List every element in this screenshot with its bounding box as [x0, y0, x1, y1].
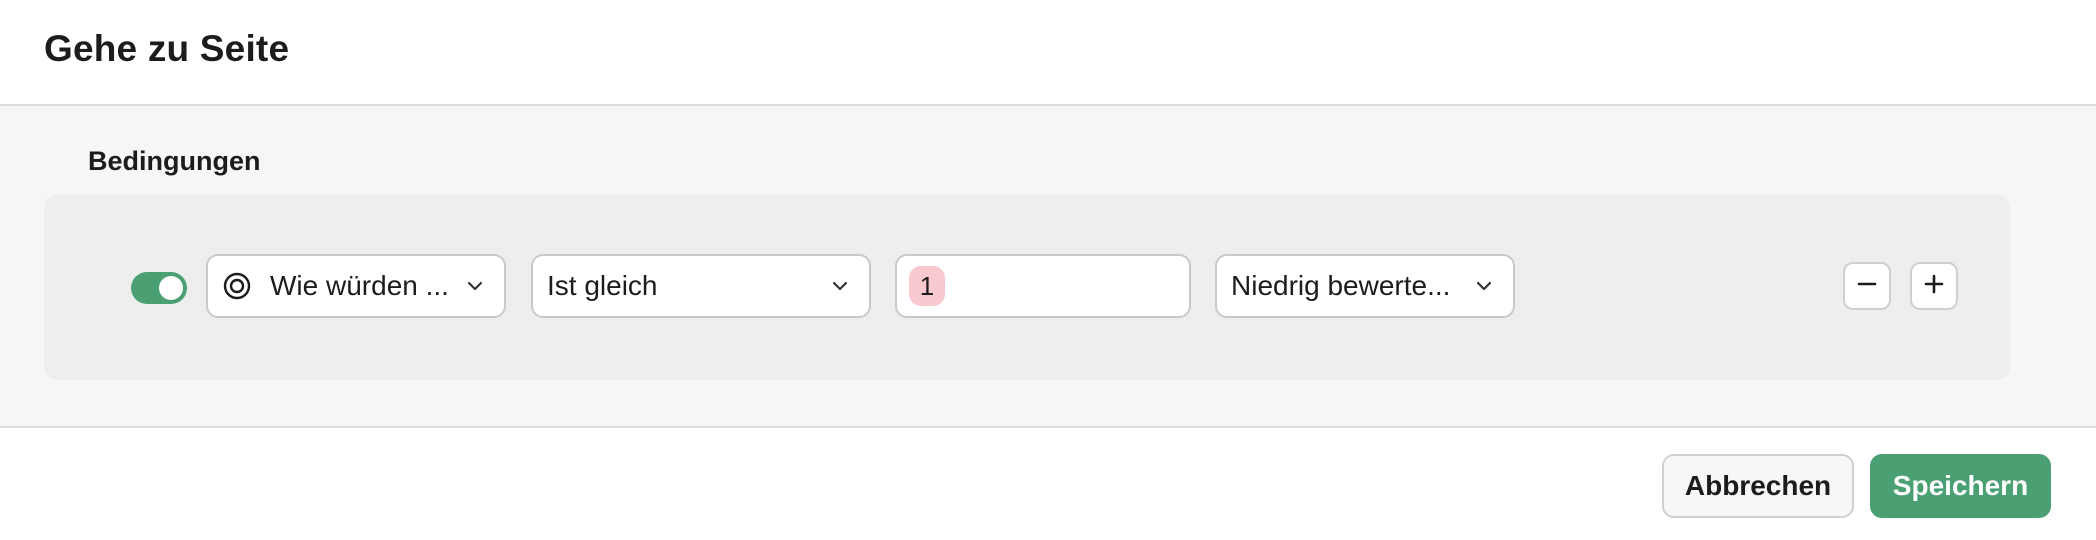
value-chip: 1 — [909, 266, 945, 306]
chevron-down-icon — [464, 275, 486, 297]
operator-select[interactable]: Ist gleich — [531, 254, 871, 318]
conditions-section-title: Bedingungen — [88, 146, 261, 176]
remove-condition-button[interactable] — [1843, 262, 1891, 310]
save-button[interactable]: Speichern — [1870, 454, 2051, 518]
cancel-button[interactable]: Abbrechen — [1662, 454, 1854, 518]
value-input[interactable]: 1 — [895, 254, 1191, 318]
target-icon — [222, 271, 252, 301]
condition-enabled-toggle[interactable] — [131, 272, 187, 304]
dialog-body: Bedingungen Wie würden ... Ist gleich 1 … — [0, 106, 2096, 428]
question-select-value: Wie würden ... — [270, 270, 449, 301]
operator-select-value: Ist gleich — [547, 270, 658, 301]
target-page-select-value: Niedrig bewerte... — [1231, 270, 1451, 301]
go-to-page-dialog: Gehe zu Seite Bedingungen Wie würden ...… — [0, 0, 2096, 540]
minus-icon — [1856, 273, 1878, 300]
chevron-down-icon — [829, 275, 851, 297]
target-page-select[interactable]: Niedrig bewerte... — [1215, 254, 1515, 318]
question-select[interactable]: Wie würden ... — [206, 254, 506, 318]
add-condition-button[interactable] — [1910, 262, 1958, 310]
plus-icon — [1923, 273, 1945, 300]
chevron-down-icon — [1473, 275, 1495, 297]
dialog-footer: Abbrechen Speichern — [0, 428, 2096, 540]
dialog-title: Gehe zu Seite — [44, 28, 290, 69]
dialog-header: Gehe zu Seite — [0, 0, 2096, 106]
toggle-knob — [159, 276, 183, 300]
